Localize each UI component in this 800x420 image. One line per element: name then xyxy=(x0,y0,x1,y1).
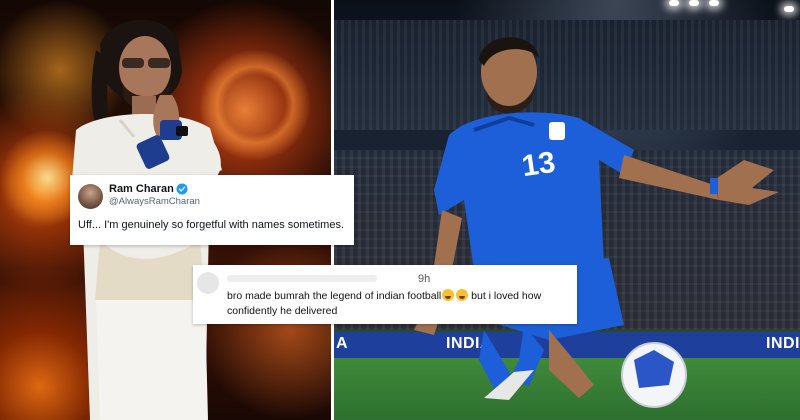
verified-badge-icon xyxy=(176,183,188,195)
comment-timestamp: 9h xyxy=(418,273,431,285)
comment-card[interactable]: 9h bro made bumrah the legend of indian … xyxy=(193,265,577,324)
comment-username-redacted xyxy=(227,275,377,282)
tweet-author-name[interactable]: Ram Charan xyxy=(109,183,174,195)
comment-text: bro made bumrah the legend of indian foo… xyxy=(227,290,442,302)
footballer-figure xyxy=(414,37,779,408)
comment-text-line-1: bro made bumrah the legend of indian foo… xyxy=(227,289,541,302)
comment-text: but i loved how xyxy=(468,290,542,302)
meme-collage: A INDIA INDI 13 Ram Charan @AlwaysRamCha… xyxy=(0,0,800,420)
avatar[interactable] xyxy=(78,184,103,209)
tweet-author-handle[interactable]: @AlwaysRamCharan xyxy=(109,196,200,207)
jersey-number: 13 xyxy=(519,145,558,184)
comment-text-line-2: confidently he delivered xyxy=(227,305,338,317)
avatar[interactable] xyxy=(197,272,219,294)
loudly-crying-face-icon xyxy=(442,289,455,301)
tweet-card[interactable]: Ram Charan @AlwaysRamCharan Uff... I'm g… xyxy=(70,175,354,245)
face-with-tears-of-joy-icon xyxy=(456,289,469,301)
right-photo-footballer-celebration: A INDIA INDI 13 xyxy=(334,0,800,420)
tweet-text: Uff... I'm genuinely so forgetful with n… xyxy=(78,219,345,231)
